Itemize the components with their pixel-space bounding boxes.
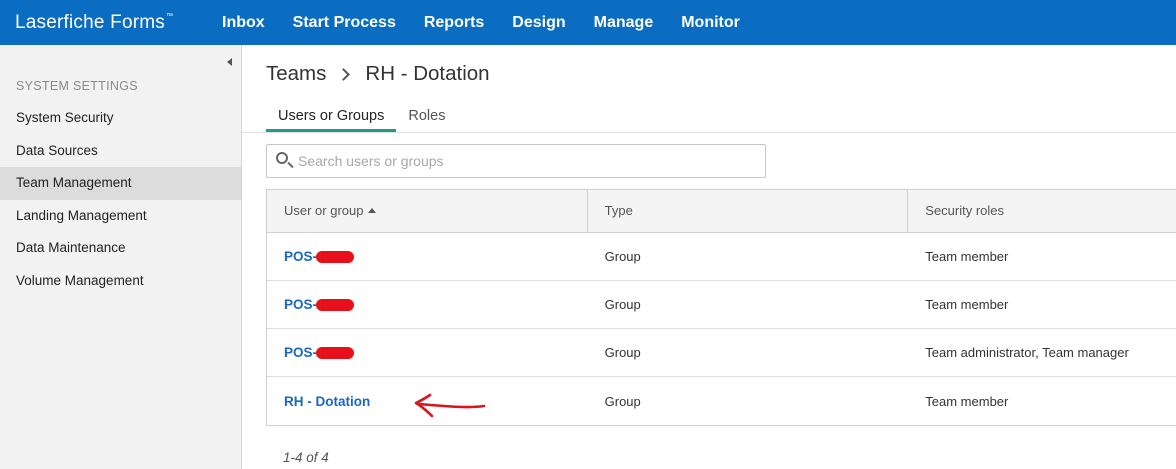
top-navigation-bar: Laserfiche Forms™ Inbox Start Process Re… [0, 0, 1176, 45]
sidebar-item-data-sources[interactable]: Data Sources [0, 135, 241, 168]
sidebar-item-data-maintenance[interactable]: Data Maintenance [0, 232, 241, 265]
sort-ascending-icon [368, 208, 377, 213]
cell-type: Group [604, 345, 641, 360]
cell-type: Group [604, 393, 641, 409]
search-input[interactable] [298, 147, 758, 175]
nav-reports[interactable]: Reports [410, 0, 498, 45]
cell-type: Group [604, 297, 641, 312]
column-header-user-or-group[interactable]: User or group [267, 190, 588, 232]
main-nav: Inbox Start Process Reports Design Manag… [208, 0, 754, 45]
nav-inbox[interactable]: Inbox [208, 0, 279, 45]
table-row: RH - Dotation Group Team member [267, 377, 1176, 425]
tab-divider [242, 132, 1176, 133]
tab-users-or-groups[interactable]: Users or Groups [266, 105, 397, 132]
pagination-summary: 1-4 of 4 [283, 450, 329, 465]
tab-bar: Users or Groups Roles [266, 105, 457, 132]
nav-start-process[interactable]: Start Process [279, 0, 410, 45]
cell-security-roles: Team administrator, Team manager [925, 345, 1129, 360]
breadcrumb: Teams RH - Dotation [266, 62, 490, 86]
sidebar-item-landing-management[interactable]: Landing Management [0, 200, 241, 233]
cell-security-roles: Team member [925, 297, 1009, 312]
redaction-mark [316, 251, 355, 263]
group-link[interactable]: POS- [284, 345, 317, 360]
tab-roles[interactable]: Roles [396, 105, 457, 132]
group-link[interactable]: RH - Dotation [284, 394, 370, 409]
cell-security-roles: Team member [925, 393, 1009, 409]
chevron-right-icon [337, 67, 351, 81]
cell-user-or-group: POS- [267, 345, 588, 360]
nav-monitor[interactable]: Monitor [667, 0, 754, 45]
column-header-type[interactable]: Type [588, 190, 909, 232]
redaction-mark [316, 347, 355, 359]
breadcrumb-teams-link[interactable]: Teams [266, 62, 326, 86]
redaction-mark [316, 299, 355, 311]
trademark-mark: ™ [165, 12, 174, 20]
table-row: POS- Group Team member [267, 233, 1176, 281]
sidebar-item-volume-management[interactable]: Volume Management [0, 265, 241, 298]
search-icon [274, 150, 296, 172]
nav-design[interactable]: Design [498, 0, 579, 45]
annotation-arrow-icon [414, 393, 486, 418]
cell-user-or-group: POS- [267, 249, 588, 264]
nav-manage[interactable]: Manage [580, 0, 668, 45]
app-brand-name: Laserfiche Forms [15, 11, 165, 33]
app-logo[interactable]: Laserfiche Forms™ [0, 12, 208, 34]
search-box [266, 144, 766, 178]
table-row: POS- Group Team administrator, Team mana… [267, 329, 1176, 377]
sidebar-list: System Security Data Sources Team Manage… [0, 102, 241, 297]
column-label: User or group [284, 203, 364, 218]
table-header: User or group Type Security roles [267, 190, 1176, 233]
cell-type: Group [604, 249, 641, 264]
sidebar-item-system-security[interactable]: System Security [0, 102, 241, 135]
cell-security-roles: Team member [925, 249, 1009, 264]
sidebar-item-team-management[interactable]: Team Management [0, 167, 241, 200]
collapse-sidebar-icon[interactable] [227, 58, 232, 66]
sidebar-heading: SYSTEM SETTINGS [16, 79, 138, 93]
column-header-security-roles[interactable]: Security roles [908, 190, 1176, 232]
table-row: POS- Group Team member [267, 281, 1176, 329]
members-table: User or group Type Security roles POS- G… [266, 189, 1176, 426]
cell-user-or-group: POS- [267, 297, 588, 312]
breadcrumb-current-team: RH - Dotation [365, 62, 490, 85]
group-link[interactable]: POS- [284, 249, 317, 264]
group-link[interactable]: POS- [284, 297, 317, 312]
main-content: Teams RH - Dotation Users or Groups Role… [242, 45, 1176, 469]
settings-sidebar: SYSTEM SETTINGS System Security Data Sou… [0, 45, 242, 469]
